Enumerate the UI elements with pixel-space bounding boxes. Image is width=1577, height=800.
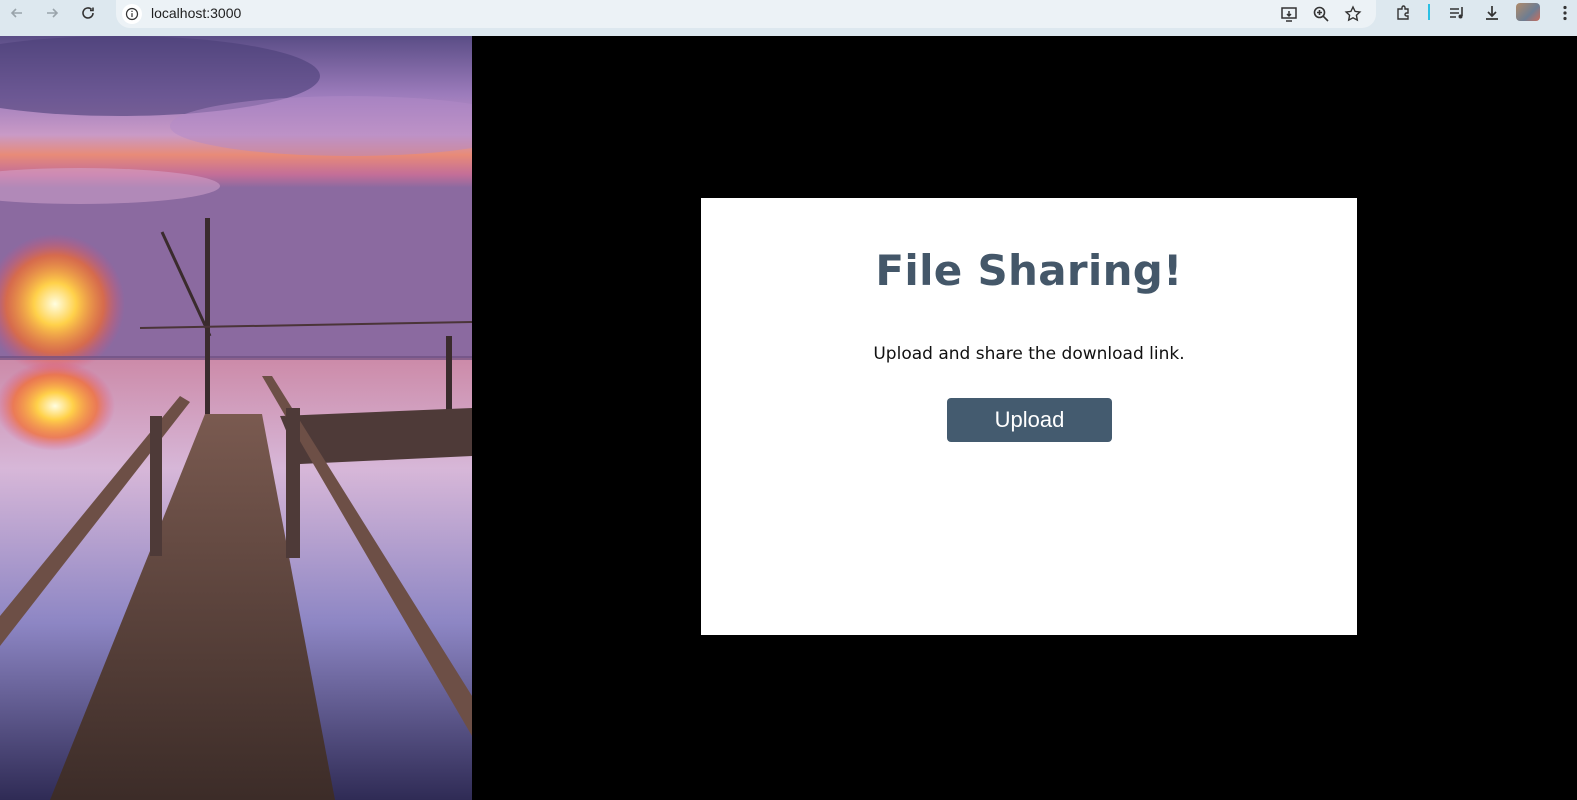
sunset-pier-photo xyxy=(0,36,472,800)
profile-avatar[interactable] xyxy=(1516,3,1540,21)
forward-button[interactable] xyxy=(41,2,63,24)
reload-button[interactable] xyxy=(77,2,99,24)
toolbar-divider xyxy=(1428,4,1430,20)
arrow-right-icon xyxy=(47,8,59,18)
upload-button[interactable]: Upload xyxy=(947,398,1112,442)
reload-icon xyxy=(82,7,94,19)
install-app-icon[interactable] xyxy=(1278,3,1300,25)
page-body: File Sharing! Upload and share the downl… xyxy=(0,36,1577,800)
url-text[interactable]: localhost:3000 xyxy=(151,5,241,21)
browser-toolbar: localhost:3000 xyxy=(0,0,1577,36)
menu-kebab-icon[interactable] xyxy=(1555,2,1575,24)
upload-card: File Sharing! Upload and share the downl… xyxy=(701,198,1357,635)
arrow-left-icon xyxy=(10,8,22,18)
zoom-icon[interactable] xyxy=(1310,3,1332,25)
page-title: File Sharing! xyxy=(875,246,1183,295)
media-controls-icon[interactable] xyxy=(1445,2,1469,24)
extensions-icon[interactable] xyxy=(1391,2,1415,24)
back-button[interactable] xyxy=(6,2,28,24)
site-info-icon[interactable] xyxy=(122,4,142,24)
bookmark-star-icon[interactable] xyxy=(1342,3,1364,25)
address-bar[interactable]: localhost:3000 xyxy=(116,0,1376,28)
downloads-icon[interactable] xyxy=(1480,2,1504,24)
card-subtitle: Upload and share the download link. xyxy=(873,344,1185,364)
